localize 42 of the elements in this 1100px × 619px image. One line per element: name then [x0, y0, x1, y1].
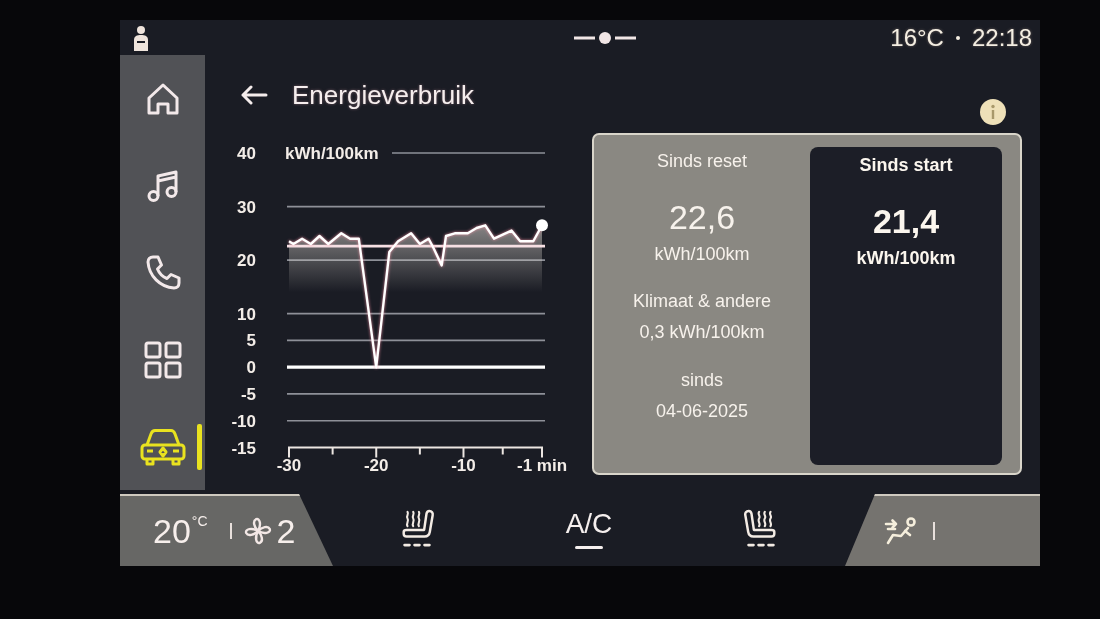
temperature-unit: °C [191, 513, 208, 529]
consumption-value: 21,4 [872, 201, 940, 241]
consumption-unit: kWh/100km [856, 247, 956, 270]
consumption-unit: kWh/100km [654, 243, 750, 266]
fan-level: 2 [276, 511, 296, 551]
point-marker-icon [536, 219, 548, 232]
grid-icon [142, 339, 183, 380]
handle-icon[interactable] [574, 31, 636, 44]
y-axis-label: -15 [231, 438, 256, 458]
x-axis-label: -30 [276, 456, 302, 475]
y-axis-label: -5 [240, 384, 256, 404]
fan-icon [243, 517, 272, 545]
outside-temperature: 16°C [890, 23, 944, 52]
airflow-tab[interactable] [845, 494, 1040, 566]
y-axis-label: 0 [246, 358, 256, 378]
person-airflow-icon [883, 516, 917, 546]
detail-label: Klimaat & andere [632, 290, 772, 313]
period-label: Sinds start [859, 154, 953, 177]
y-axis-label: 10 [237, 304, 256, 324]
clock: 22:18 [971, 23, 1032, 52]
y-axis-label: 5 [246, 331, 256, 351]
x-axis-label: -10 [451, 456, 476, 475]
axis-unit-label: kWh/100km [285, 144, 379, 163]
detail-value: 0,3 kWh/100km [639, 321, 765, 344]
x-axis-label: -20 [363, 456, 389, 475]
ac-button[interactable]: A/C [565, 505, 613, 551]
y-axis-label: 30 [237, 197, 256, 217]
car-icon [138, 426, 187, 467]
detail-value: 04-06-2025 [655, 400, 749, 423]
period-label: Sinds reset [656, 150, 747, 173]
detail-label: sinds [680, 369, 723, 392]
period-tab[interactable]: Sinds start 21,4 kWh/100km [810, 147, 1002, 465]
page-title: Energieverbruik [292, 80, 475, 110]
y-axis-label: 20 [237, 251, 256, 271]
temperature-value: 20 [153, 511, 191, 551]
consumption-value: 22,6 [668, 197, 736, 237]
x-axis-label: -1 min [516, 456, 568, 475]
info-icon[interactable] [980, 99, 1006, 125]
y-axis-label: 40 [237, 144, 256, 163]
seated-person-icon [132, 24, 150, 51]
y-axis-label: -10 [231, 411, 256, 431]
back-arrow-icon[interactable] [240, 85, 268, 105]
